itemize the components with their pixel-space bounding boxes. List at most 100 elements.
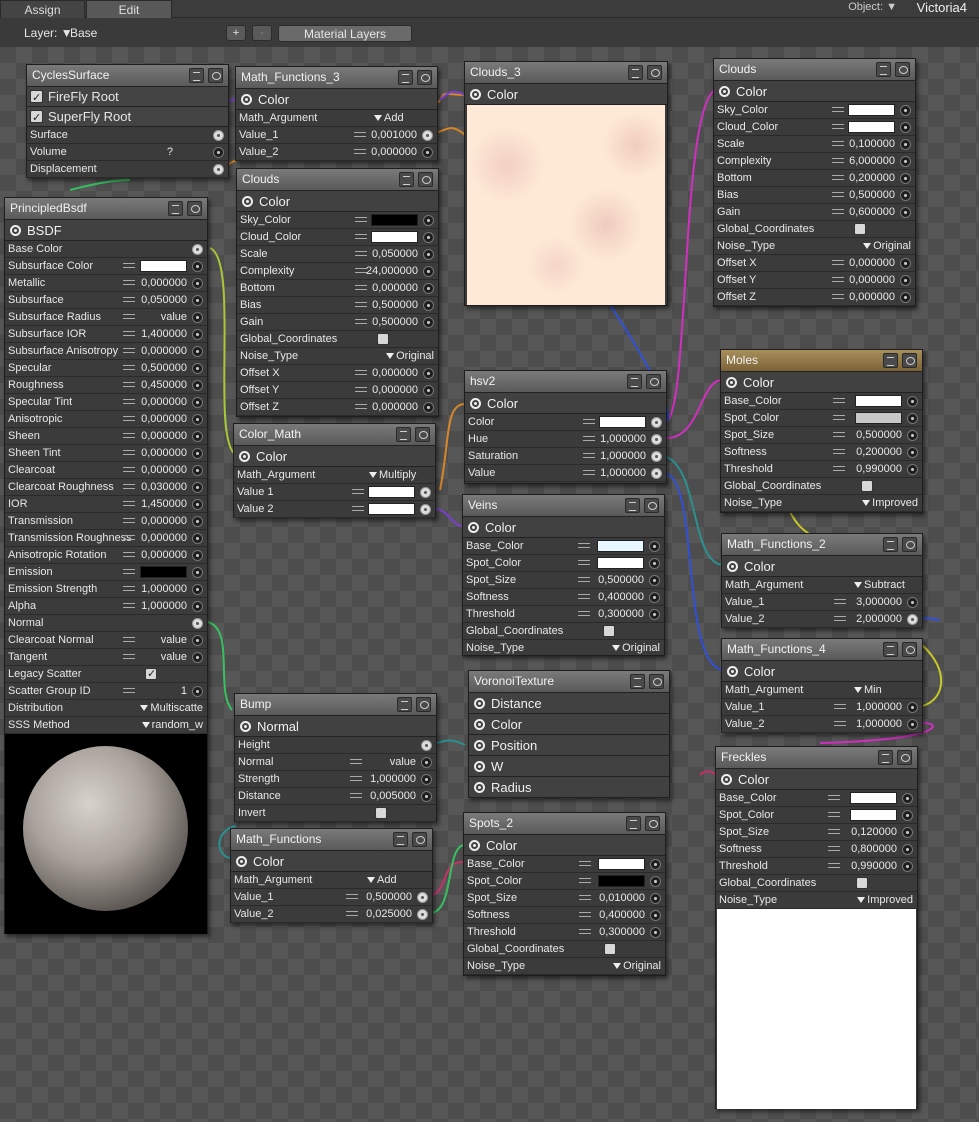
input-socket[interactable] (900, 173, 911, 184)
input-socket[interactable] (423, 402, 434, 413)
dropdown[interactable]: Original (386, 348, 434, 364)
menu-icon[interactable] (627, 374, 642, 389)
param-value[interactable]: 0,000000 (372, 399, 418, 415)
node-clouds-mid[interactable]: Clouds Color Sky_Color Cloud_Color Scale 0,… (236, 168, 439, 417)
input-socket[interactable] (213, 130, 224, 141)
color-swatch[interactable] (371, 214, 418, 226)
param-value[interactable]: 0,200000 (856, 444, 902, 460)
input-socket[interactable] (192, 295, 203, 306)
node-math-functions-3[interactable]: Math_Functions_3 Color Math_Argument Add … (235, 66, 438, 161)
input-socket[interactable] (649, 592, 660, 603)
node-spots-2[interactable]: Spots_2 Color Base_Color Spot_Color Spot_S… (463, 812, 666, 976)
input-socket[interactable] (907, 396, 918, 407)
color-swatch[interactable] (597, 540, 644, 552)
node-color-math[interactable]: Color_Math Color Math_Argument Multiply V… (233, 423, 436, 518)
node-title[interactable]: VoronoiTexture (469, 671, 669, 693)
dropdown[interactable]: Add (374, 110, 404, 126)
menu-icon[interactable] (630, 674, 645, 689)
tab-assign[interactable]: Assign (0, 0, 85, 18)
input-socket[interactable] (213, 164, 224, 175)
param-value[interactable]: 6,000000 (849, 153, 895, 169)
input-socket[interactable] (907, 702, 918, 713)
input-socket[interactable] (192, 635, 203, 646)
param-value[interactable]: 0,000000 (141, 411, 187, 427)
dropdown[interactable]: Improved (857, 892, 913, 908)
output-radius[interactable]: Radius (469, 777, 669, 798)
checkbox-icon[interactable] (861, 480, 873, 492)
input-socket[interactable] (192, 329, 203, 340)
input-socket[interactable] (423, 232, 434, 243)
param-value[interactable]: 1,000000 (600, 448, 646, 464)
param-value[interactable]: 0,450000 (141, 377, 187, 393)
input-socket[interactable] (192, 278, 203, 289)
color-swatch[interactable] (371, 231, 418, 243)
node-title[interactable]: Math_Functions (231, 829, 432, 851)
preview-icon[interactable] (415, 427, 430, 442)
color-swatch[interactable] (855, 412, 902, 424)
input-socket[interactable] (900, 139, 911, 150)
color-swatch[interactable] (598, 875, 645, 887)
input-socket[interactable] (192, 567, 203, 578)
param-value[interactable]: 0,300000 (598, 606, 644, 622)
input-socket[interactable] (192, 652, 203, 663)
param-value[interactable]: 0,400000 (599, 907, 645, 923)
input-socket[interactable] (902, 861, 913, 872)
checkbox-icon[interactable] (856, 877, 868, 889)
output-color[interactable]: Color (721, 372, 922, 393)
preview-icon[interactable] (895, 62, 910, 77)
node-veins[interactable]: Veins Color Base_Color Spot_Color Spot_Siz… (462, 494, 665, 657)
input-socket[interactable] (900, 190, 911, 201)
color-swatch[interactable] (850, 792, 897, 804)
param-value[interactable]: 0,030000 (141, 479, 187, 495)
input-socket[interactable] (192, 363, 203, 374)
param-value[interactable]: 0,300000 (599, 924, 645, 940)
layer-dropdown[interactable]: Base (70, 26, 97, 40)
dropdown[interactable]: Add (367, 872, 397, 888)
param-value[interactable]: 0,050000 (372, 246, 418, 262)
output-w[interactable]: W (469, 756, 669, 777)
input-socket[interactable] (900, 156, 911, 167)
param-value[interactable]: 0,000000 (141, 547, 187, 563)
node-freckles[interactable]: Freckles Color Base_Color Spot_Color Spot_… (715, 746, 918, 1109)
input-socket[interactable] (192, 499, 203, 510)
param-value[interactable]: 24,000000 (366, 263, 418, 279)
dropdown[interactable]: Multiply (369, 467, 416, 483)
checkbox-icon[interactable] (854, 223, 866, 235)
firefly-root-toggle[interactable]: FireFly Root (27, 87, 228, 108)
input-socket[interactable] (907, 719, 918, 730)
color-swatch[interactable] (368, 486, 415, 498)
input-socket[interactable] (907, 464, 918, 475)
node-title[interactable]: CyclesSurface (27, 65, 228, 87)
param-value[interactable]: 0,000000 (141, 462, 187, 478)
param-value[interactable]: 1,000000 (370, 771, 416, 787)
param-value[interactable]: 0,120000 (851, 824, 897, 840)
preview-icon[interactable] (902, 642, 917, 657)
preview-icon[interactable] (418, 172, 433, 187)
color-swatch[interactable] (848, 104, 895, 116)
output-normal[interactable]: Normal (235, 716, 436, 737)
input-socket[interactable] (650, 910, 661, 921)
input-socket[interactable] (900, 292, 911, 303)
color-swatch[interactable] (140, 566, 187, 578)
input-socket[interactable] (417, 892, 428, 903)
param-value[interactable]: value (161, 632, 187, 648)
input-socket[interactable] (420, 487, 431, 498)
input-socket[interactable] (651, 417, 662, 428)
menu-icon[interactable] (393, 832, 408, 847)
dropdown[interactable]: Improved (862, 495, 918, 511)
input-socket[interactable] (650, 893, 661, 904)
preview-icon[interactable] (647, 65, 662, 80)
node-math-functions-4[interactable]: Math_Functions_4 Color Math_Argument Min … (721, 638, 923, 733)
param-value[interactable]: 0,000000 (141, 275, 187, 291)
output-color[interactable]: Color (722, 556, 922, 577)
param-value[interactable]: 0,000000 (372, 365, 418, 381)
node-title[interactable]: Math_Functions_3 (236, 67, 437, 89)
input-socket[interactable] (192, 261, 203, 272)
node-title[interactable]: Color_Math (234, 424, 435, 446)
input-socket[interactable] (192, 601, 203, 612)
input-socket[interactable] (192, 431, 203, 442)
output-color[interactable]: Color (231, 851, 432, 872)
input-socket[interactable] (192, 482, 203, 493)
dropdown[interactable]: Subtract (854, 577, 905, 593)
input-socket[interactable] (907, 430, 918, 441)
